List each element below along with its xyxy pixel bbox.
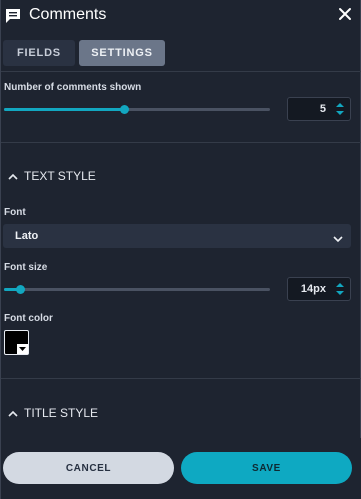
title-style-header[interactable]: TITLE STYLE: [7, 405, 98, 421]
chevron-down-icon: [333, 231, 343, 243]
stepper-arrows-icon[interactable]: [335, 102, 345, 116]
comments-count-label: Number of comments shown: [4, 82, 142, 93]
font-size-slider[interactable]: [4, 285, 270, 294]
save-button[interactable]: SAVE: [181, 452, 352, 484]
text-style-header[interactable]: TEXT STYLE: [7, 168, 96, 184]
panel-header: Comments: [1, 0, 361, 33]
font-select[interactable]: Lato: [3, 224, 351, 248]
chevron-up-icon: [7, 407, 19, 419]
tab-fields[interactable]: FIELDS: [3, 40, 75, 66]
title-style-title: TITLE STYLE: [24, 406, 99, 420]
comments-count-value: 5: [319, 103, 326, 115]
comments-count-slider[interactable]: [4, 105, 270, 114]
font-size-stepper[interactable]: 14px: [287, 277, 351, 301]
section-divider: [1, 378, 361, 379]
font-color-label: Font color: [4, 313, 53, 324]
font-size-slider-thumb[interactable]: [15, 285, 25, 294]
color-dropdown-icon: [17, 344, 28, 354]
section-divider: [1, 142, 361, 143]
comments-count-slider-thumb[interactable]: [119, 105, 129, 114]
stepper-arrows-icon[interactable]: [335, 282, 345, 296]
font-size-value: 14px: [300, 283, 326, 295]
font-color-swatch[interactable]: [4, 330, 29, 355]
font-label: Font: [4, 207, 26, 218]
text-style-title: TEXT STYLE: [24, 169, 96, 183]
close-icon[interactable]: [336, 5, 354, 23]
tabs-divider: [1, 71, 361, 72]
panel-title: Comments: [29, 6, 107, 23]
comments-settings-panel: Comments FIELDS SETTINGS Number of comme…: [0, 0, 361, 499]
comments-count-stepper[interactable]: 5: [287, 97, 351, 121]
cancel-button[interactable]: CANCEL: [3, 452, 174, 484]
settings-tabs: FIELDS SETTINGS: [3, 40, 165, 66]
tab-settings[interactable]: SETTINGS: [79, 40, 165, 66]
comment-icon: [4, 7, 22, 25]
font-select-value: Lato: [15, 230, 39, 242]
comments-count-slider-fill: [4, 108, 124, 111]
chevron-up-icon: [7, 170, 19, 182]
font-size-label: Font size: [4, 262, 48, 273]
